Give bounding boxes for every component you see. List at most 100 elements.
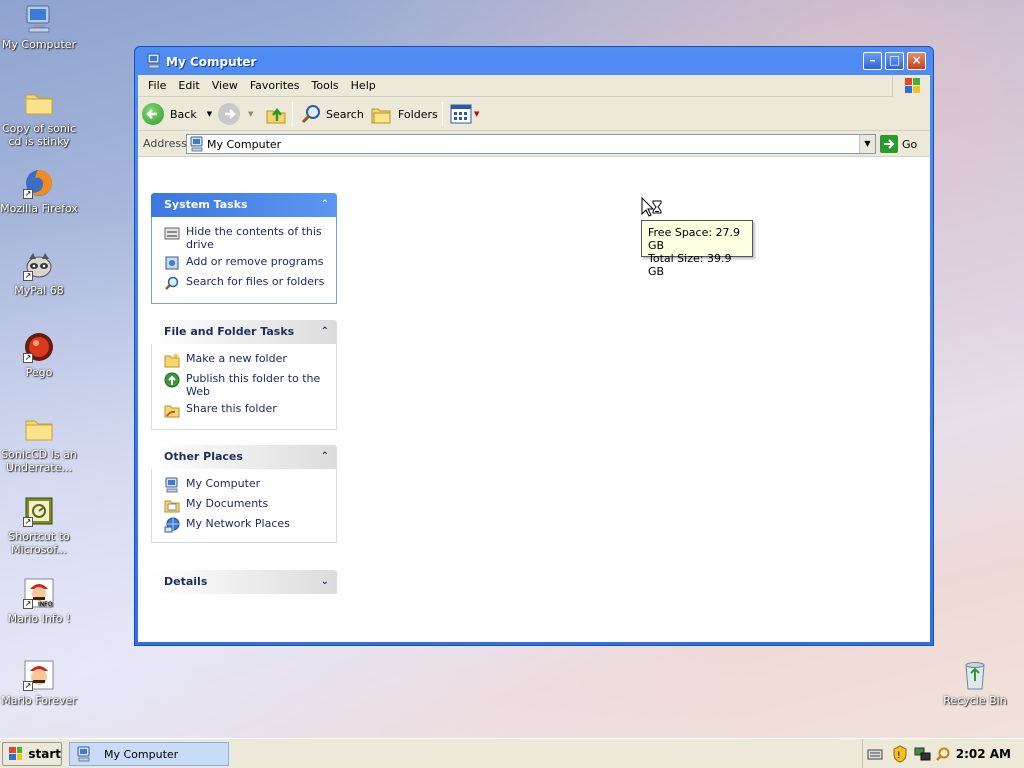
network-icon[interactable]: [914, 745, 932, 763]
content-area: System Tasks ⌃ Hide the contents of this…: [138, 183, 930, 642]
system-tasks-body: Hide the contents of this drive Add or r…: [151, 217, 337, 304]
other-places-body: My Computer My Documents My Network Plac…: [151, 469, 337, 543]
go-button[interactable]: Go: [880, 135, 917, 153]
menu-bar: File Edit View Favorites Tools Help: [138, 75, 930, 97]
security-shield-icon[interactable]: !: [892, 745, 908, 763]
task-label: Add or remove programs: [186, 255, 324, 268]
tooltip-total-size: Total Size: 39.9 GB: [648, 252, 732, 278]
desktop-icon-mario-forever[interactable]: ↗ Mario Forever: [0, 659, 78, 707]
back-button[interactable]: Back ▼: [142, 102, 212, 126]
keyboard-icon[interactable]: [867, 746, 883, 762]
desktop-icon-firefox[interactable]: ↗ Mozilla Firefox: [0, 167, 78, 215]
tooltip-free-space: Free Space: 27.9 GB: [648, 226, 741, 252]
task-make-new-folder[interactable]: Make a new folder: [152, 352, 336, 372]
task-hide-contents[interactable]: Hide the contents of this drive: [152, 225, 336, 255]
go-label: Go: [902, 137, 918, 151]
task-label: Search for files or folders: [186, 275, 325, 288]
computer-icon: [146, 53, 162, 69]
start-button[interactable]: start: [2, 742, 62, 766]
share-folder-icon: [164, 402, 180, 418]
back-label: Back: [170, 107, 197, 121]
menu-file[interactable]: File: [142, 75, 172, 97]
search-button[interactable]: Search: [300, 102, 364, 126]
details-header[interactable]: Details ⌄: [151, 570, 337, 594]
desktop-icon-folder-sonic[interactable]: Copy of sonic cd is stinky: [0, 87, 78, 148]
desktop-icon-mario-info[interactable]: INFO ↗ Mario Info !: [0, 577, 78, 625]
task-label: Share this folder: [186, 402, 277, 415]
raccoon-icon: ↗: [23, 249, 55, 281]
start-label: start: [28, 747, 61, 761]
taskbar-item-my-computer[interactable]: My Computer: [69, 742, 229, 766]
desktop-icon-my-computer[interactable]: My Computer: [0, 3, 78, 51]
window-body: File Edit View Favorites Tools Help Back ▼ ▼: [138, 75, 930, 642]
window-titlebar[interactable]: My Computer – □ ×: [138, 47, 930, 75]
file-folder-tasks-header[interactable]: File and Folder Tasks ⌃: [151, 320, 337, 344]
search-icon: [301, 105, 320, 124]
desktop-icon-pego[interactable]: ↗ Pego: [0, 331, 78, 379]
menu-favorites[interactable]: Favorites: [244, 75, 306, 97]
folder-icon: [23, 87, 55, 119]
views-button[interactable]: ▼: [450, 102, 479, 126]
folders-button[interactable]: Folders: [370, 102, 438, 126]
collapse-chevron-icon[interactable]: ⌃: [321, 320, 329, 344]
address-dropdown-icon[interactable]: ▼: [859, 135, 875, 153]
menu-edit[interactable]: Edit: [172, 75, 205, 97]
desktop-icon-recycle-bin[interactable]: Recycle Bin: [936, 659, 1014, 707]
task-search-files[interactable]: Search for files or folders: [152, 275, 336, 295]
menu-help[interactable]: Help: [345, 75, 382, 97]
place-my-documents[interactable]: My Documents: [152, 497, 336, 517]
shortcut-arrow-icon: ↗: [23, 517, 33, 527]
desktop-icon-label: SonicCD Is an Underrate...: [1, 448, 77, 474]
go-arrow-icon: [880, 135, 898, 153]
forward-dropdown-icon[interactable]: ▼: [248, 110, 253, 118]
firefox-icon: ↗: [23, 167, 55, 199]
maximize-button[interactable]: □: [885, 52, 904, 70]
close-button[interactable]: ×: [907, 52, 926, 70]
place-label: My Computer: [186, 477, 261, 490]
back-dropdown-icon[interactable]: ▼: [207, 110, 212, 118]
application-icon: ↗: [23, 495, 55, 527]
search-icon: [164, 275, 180, 291]
taskbar: start My Computer ! 2:02 AM: [0, 738, 1024, 768]
new-folder-icon: [164, 352, 180, 368]
windows-logo-icon: [892, 75, 930, 97]
address-value: My Computer: [207, 138, 282, 151]
place-my-network-places[interactable]: My Network Places: [152, 517, 336, 537]
address-input[interactable]: My Computer ▼: [186, 134, 876, 154]
desktop-icon-label: MyPal 68: [14, 284, 64, 297]
other-places-header[interactable]: Other Places ⌃: [151, 445, 337, 469]
desktop-icon-mypal[interactable]: ↗ MyPal 68: [0, 249, 78, 297]
task-share-folder[interactable]: Share this folder: [152, 402, 336, 422]
shortcut-arrow-icon: ↗: [23, 189, 33, 199]
task-publish-web[interactable]: Publish this folder to the Web: [152, 372, 336, 402]
menu-view[interactable]: View: [206, 75, 244, 97]
forward-arrow-icon: [218, 103, 240, 125]
address-label: Address: [143, 137, 187, 150]
task-add-remove-programs[interactable]: Add or remove programs: [152, 255, 336, 275]
computer-icon: [77, 746, 90, 762]
taskbar-item-label: My Computer: [104, 747, 179, 761]
expand-chevron-icon[interactable]: ⌄: [321, 570, 329, 594]
menu-tools[interactable]: Tools: [306, 75, 345, 97]
mario-icon: ↗: [23, 659, 55, 691]
search-icon[interactable]: [935, 746, 951, 762]
place-my-computer[interactable]: My Computer: [152, 477, 336, 497]
network-places-icon: [164, 517, 180, 533]
collapse-chevron-icon[interactable]: ⌃: [321, 193, 329, 217]
collapse-chevron-icon[interactable]: ⌃: [321, 445, 329, 469]
explorer-window[interactable]: My Computer – □ × File Edit View Favorites T…: [134, 46, 934, 646]
system-tray: ! 2:02 AM: [862, 739, 1024, 768]
other-places-panel: Other Places ⌃ My Computer My Documents: [151, 445, 337, 543]
minimize-button[interactable]: –: [863, 52, 882, 70]
forward-button[interactable]: ▼: [218, 102, 253, 126]
computer-icon: [190, 136, 203, 152]
clock[interactable]: 2:02 AM: [956, 747, 1011, 761]
file-folder-tasks-body: Make a new folder Publish this folder to…: [151, 344, 337, 430]
shortcut-arrow-icon: ↗: [23, 353, 33, 363]
desktop-icon-shortcut-microsoft[interactable]: ↗ Shortcut to Microsof...: [0, 495, 78, 556]
drive-info-tooltip: Free Space: 27.9 GB Total Size: 39.9 GB: [641, 220, 753, 278]
svg-text:!: !: [897, 751, 901, 761]
up-folder-button[interactable]: [265, 102, 287, 126]
desktop-icon-folder-soniccd[interactable]: SonicCD Is an Underrate...: [0, 413, 78, 474]
system-tasks-header[interactable]: System Tasks ⌃: [151, 193, 337, 217]
